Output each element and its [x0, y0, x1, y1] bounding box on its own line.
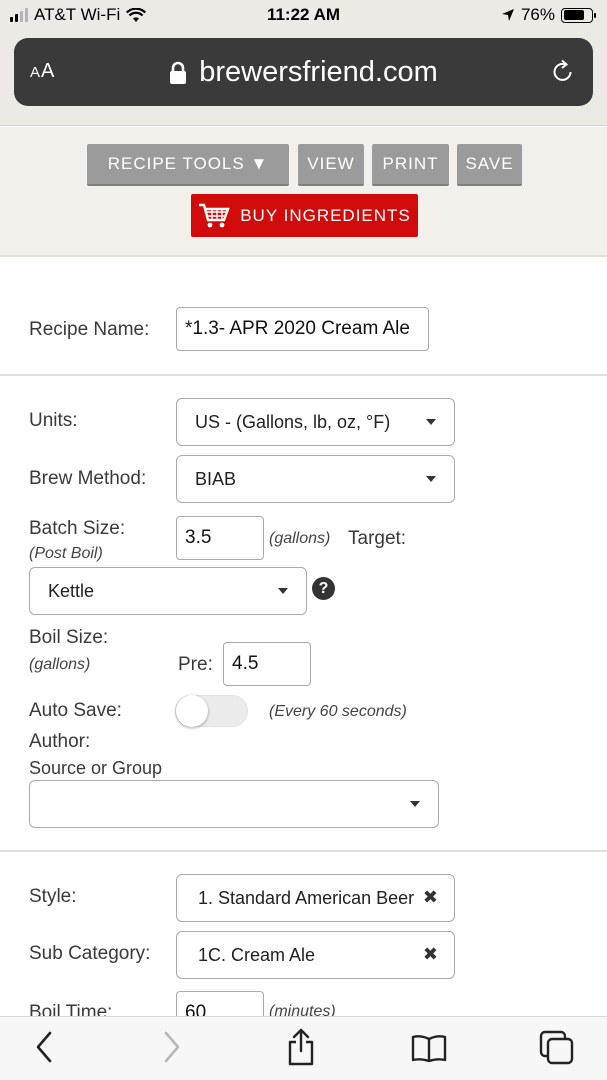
print-button[interactable]: PRINT	[372, 144, 449, 186]
source-label: Source or Group	[29, 758, 163, 778]
units-label: Units:	[29, 410, 78, 431]
url-text: brewersfriend.com	[199, 56, 438, 88]
status-bar: AT&T Wi-Fi 11:22 AM 76%	[0, 0, 607, 32]
view-button[interactable]: VIEW	[298, 144, 364, 186]
address-bar[interactable]: AA brewersfriend.com	[14, 38, 593, 106]
auto-save-toggle[interactable]	[175, 695, 248, 727]
buy-ingredients-label: BUY INGREDIENTS	[240, 205, 411, 225]
auto-save-note: (Every 60 seconds)	[269, 703, 407, 720]
brew-method-select[interactable]: BIAB	[176, 455, 455, 503]
author-label: Author:	[29, 731, 91, 752]
brew-method-label: Brew Method:	[29, 468, 147, 489]
units-select[interactable]: US - (Gallons, lb, oz, °F)	[176, 398, 455, 446]
recipe-name-input[interactable]: *1.3- APR 2020 Cream Ale	[176, 307, 429, 351]
battery-percent: 76%	[520, 5, 555, 24]
back-chevron-icon[interactable]	[33, 1029, 55, 1065]
sub-category-select[interactable]: 1C. Cream Ale ✖	[176, 931, 455, 979]
brew-method-value: BIAB	[195, 468, 237, 489]
target-select[interactable]: Kettle	[29, 567, 307, 615]
sub-category-value: 1C. Cream Ale	[198, 944, 316, 965]
buy-ingredients-button[interactable]: BUY INGREDIENTS	[191, 194, 418, 237]
chevron-down-icon	[410, 801, 420, 807]
chevron-down-icon	[278, 588, 288, 594]
style-label: Style:	[29, 886, 77, 907]
location-arrow-icon	[501, 9, 514, 21]
batch-size-unit: (gallons)	[269, 530, 331, 547]
clear-style-icon[interactable]: ✖	[423, 887, 438, 908]
browser-address-area: AA brewersfriend.com	[0, 32, 607, 126]
batch-size-label: Batch Size:	[29, 518, 126, 539]
tabs-icon[interactable]	[539, 1030, 575, 1066]
battery-icon	[561, 7, 596, 23]
target-value: Kettle	[48, 580, 95, 601]
chevron-down-icon	[426, 419, 436, 425]
lock-icon	[170, 61, 187, 84]
pre-boil-label: Pre:	[178, 654, 213, 675]
forward-chevron-icon[interactable]	[161, 1029, 183, 1065]
units-value: US - (Gallons, lb, oz, °F)	[195, 411, 391, 432]
shopping-cart-icon	[199, 203, 230, 227]
help-icon[interactable]: ?	[312, 577, 335, 600]
status-right: 76%	[501, 5, 596, 25]
recipe-name-label: Recipe Name:	[29, 319, 150, 340]
url-display[interactable]: brewersfriend.com	[14, 56, 593, 89]
boil-size-sublabel: (gallons)	[29, 656, 91, 673]
source-select[interactable]	[29, 780, 439, 828]
section-divider	[0, 850, 607, 852]
toggle-knob	[176, 695, 208, 727]
style-select[interactable]: 1. Standard American Beer ✖	[176, 874, 455, 922]
pre-boil-input[interactable]: 4.5	[223, 642, 311, 686]
section-divider	[0, 374, 607, 376]
batch-size-sublabel: (Post Boil)	[29, 545, 103, 562]
clear-sub-category-icon[interactable]: ✖	[423, 944, 438, 965]
browser-bottom-toolbar	[0, 1016, 607, 1080]
bookmarks-icon[interactable]	[411, 1033, 447, 1063]
battery-fill	[563, 10, 585, 20]
save-button[interactable]: SAVE	[457, 144, 522, 186]
share-icon[interactable]	[286, 1027, 316, 1067]
chevron-down-icon	[426, 476, 436, 482]
target-label: Target:	[348, 528, 407, 549]
reload-icon[interactable]	[551, 58, 575, 84]
recipe-tools-button[interactable]: RECIPE TOOLS ▼	[87, 144, 289, 186]
sub-category-label: Sub Category:	[29, 943, 151, 964]
boil-size-label: Boil Size:	[29, 627, 109, 648]
batch-size-input[interactable]: 3.5	[176, 516, 264, 560]
style-value: 1. Standard American Beer	[198, 887, 415, 908]
auto-save-label: Auto Save:	[29, 700, 122, 721]
recipe-toolbar: RECIPE TOOLS ▼ VIEW PRINT SAVE BUY INGRE…	[0, 127, 607, 257]
